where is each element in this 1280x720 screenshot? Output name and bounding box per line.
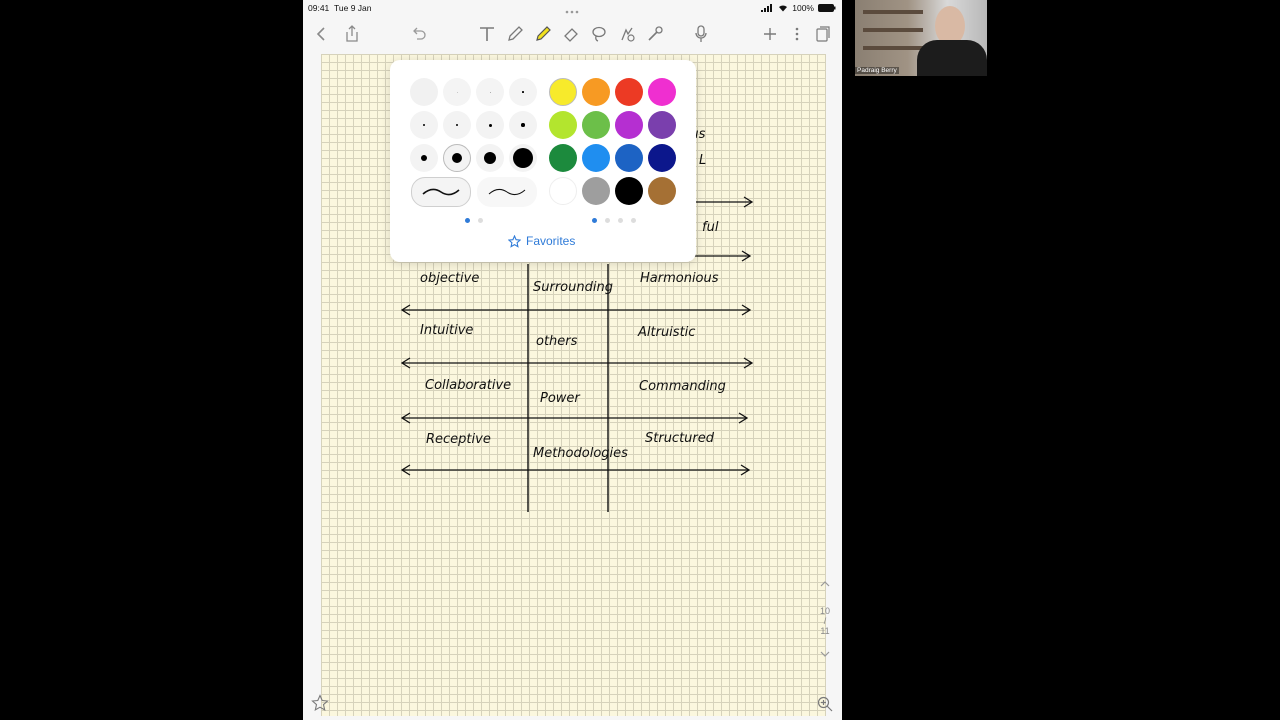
middle-cell-3: Power (540, 391, 581, 406)
pen-tool-icon[interactable] (503, 22, 527, 46)
color-swatch-gray[interactable] (582, 177, 610, 205)
stroke-style-thin[interactable] (477, 177, 537, 207)
thickness-option[interactable] (410, 78, 438, 106)
right-cell-4: Structured (645, 431, 715, 446)
right-cell-3: Commanding (639, 379, 726, 394)
color-swatch-magenta[interactable] (648, 78, 676, 106)
color-swatch-red[interactable] (615, 78, 643, 106)
color-swatch-lime[interactable] (549, 111, 577, 139)
page-dot-active (592, 218, 597, 223)
more-icon[interactable] (785, 22, 809, 46)
color-swatch-navy[interactable] (648, 144, 676, 172)
favorites-label: Favorites (526, 234, 576, 248)
thickness-option[interactable] (410, 111, 438, 139)
microphone-icon[interactable] (689, 22, 713, 46)
color-swatch-orange[interactable] (582, 78, 610, 106)
eraser-tool-icon[interactable] (559, 22, 583, 46)
webcam-name-label: Padraig Berry (855, 67, 899, 74)
webcam-overlay: Padraig Berry (855, 0, 987, 76)
lasso-tool-icon[interactable] (587, 22, 611, 46)
wifi-icon (779, 5, 788, 12)
thickness-option[interactable] (476, 144, 504, 172)
page-dot (605, 218, 610, 223)
current-page-number: 10 (819, 606, 830, 616)
right-cell-1: Harmonious (640, 271, 719, 286)
color-swatch-green[interactable] (582, 111, 610, 139)
page-dot (631, 218, 636, 223)
signal-icon (761, 4, 773, 12)
color-swatch-dark-green[interactable] (549, 144, 577, 172)
pages-icon[interactable] (811, 22, 835, 46)
middle-cell-1: Surrounding (533, 280, 613, 295)
toolbar (303, 18, 842, 50)
thickness-option[interactable] (476, 111, 504, 139)
total-page-number: 11 (820, 626, 830, 636)
middle-cell-4: Methodologies (533, 446, 628, 461)
color-swatch-black[interactable] (615, 177, 643, 205)
left-cell-2: Intuitive (420, 323, 473, 338)
right-cell-2: Altruistic (637, 325, 695, 340)
color-picker-popover: Favorites (390, 60, 696, 262)
zoom-icon[interactable] (817, 696, 833, 717)
thickness-option-selected[interactable] (443, 144, 471, 172)
battery-percent: 100% (792, 3, 814, 13)
color-swatch-purple[interactable] (615, 111, 643, 139)
stroke-style-thick[interactable] (411, 177, 471, 207)
page-dot (478, 218, 483, 223)
left-cell-1: objective (420, 271, 479, 286)
color-swatch-violet[interactable] (648, 111, 676, 139)
favorites-star-icon (508, 234, 521, 248)
left-cell-4: Receptive (426, 432, 491, 447)
status-date: Tue 9 Jan (334, 3, 372, 13)
favorites-button[interactable]: Favorites (508, 234, 575, 248)
color-swatch-blue[interactable] (582, 144, 610, 172)
highlighter-tool-icon[interactable] (531, 22, 555, 46)
color-swatch-royal-blue[interactable] (615, 144, 643, 172)
partial-note-3: ful (702, 220, 719, 235)
left-cell-3: Collaborative (425, 378, 511, 393)
page-separator: / (823, 616, 827, 626)
page-dot-active (465, 218, 470, 223)
laser-pointer-icon[interactable] (643, 22, 667, 46)
partial-note-1: ıs (695, 127, 706, 142)
thickness-option[interactable] (476, 78, 504, 106)
star-icon[interactable] (311, 694, 329, 717)
thickness-option[interactable] (509, 111, 537, 139)
chevron-down-icon[interactable] (819, 650, 831, 658)
status-bar: 09:41 Tue 9 Jan 100% (303, 0, 842, 16)
multitasking-dots-icon[interactable] (565, 6, 579, 16)
chevron-up-icon[interactable] (819, 580, 831, 588)
thickness-option[interactable] (509, 78, 537, 106)
thickness-option[interactable] (410, 144, 438, 172)
middle-cell-2: others (536, 334, 578, 349)
person-body (917, 40, 987, 76)
status-time: 09:41 (308, 3, 330, 13)
thickness-option[interactable] (443, 111, 471, 139)
shapes-tool-icon[interactable] (615, 22, 639, 46)
share-icon[interactable] (340, 22, 364, 46)
partial-note-2: L (699, 153, 706, 168)
text-tool-icon[interactable] (475, 22, 499, 46)
color-swatch-brown[interactable] (648, 177, 676, 205)
thickness-option[interactable] (443, 78, 471, 106)
plus-icon[interactable] (758, 22, 782, 46)
thickness-option[interactable] (509, 144, 537, 172)
page-navigator: 10 / 11 (812, 580, 838, 670)
page-dot (618, 218, 623, 223)
color-swatch-yellow[interactable] (549, 78, 577, 106)
undo-icon[interactable] (407, 22, 431, 46)
battery-icon (818, 4, 836, 12)
chevron-left-icon[interactable] (309, 22, 333, 46)
color-swatch-white[interactable] (549, 177, 577, 205)
